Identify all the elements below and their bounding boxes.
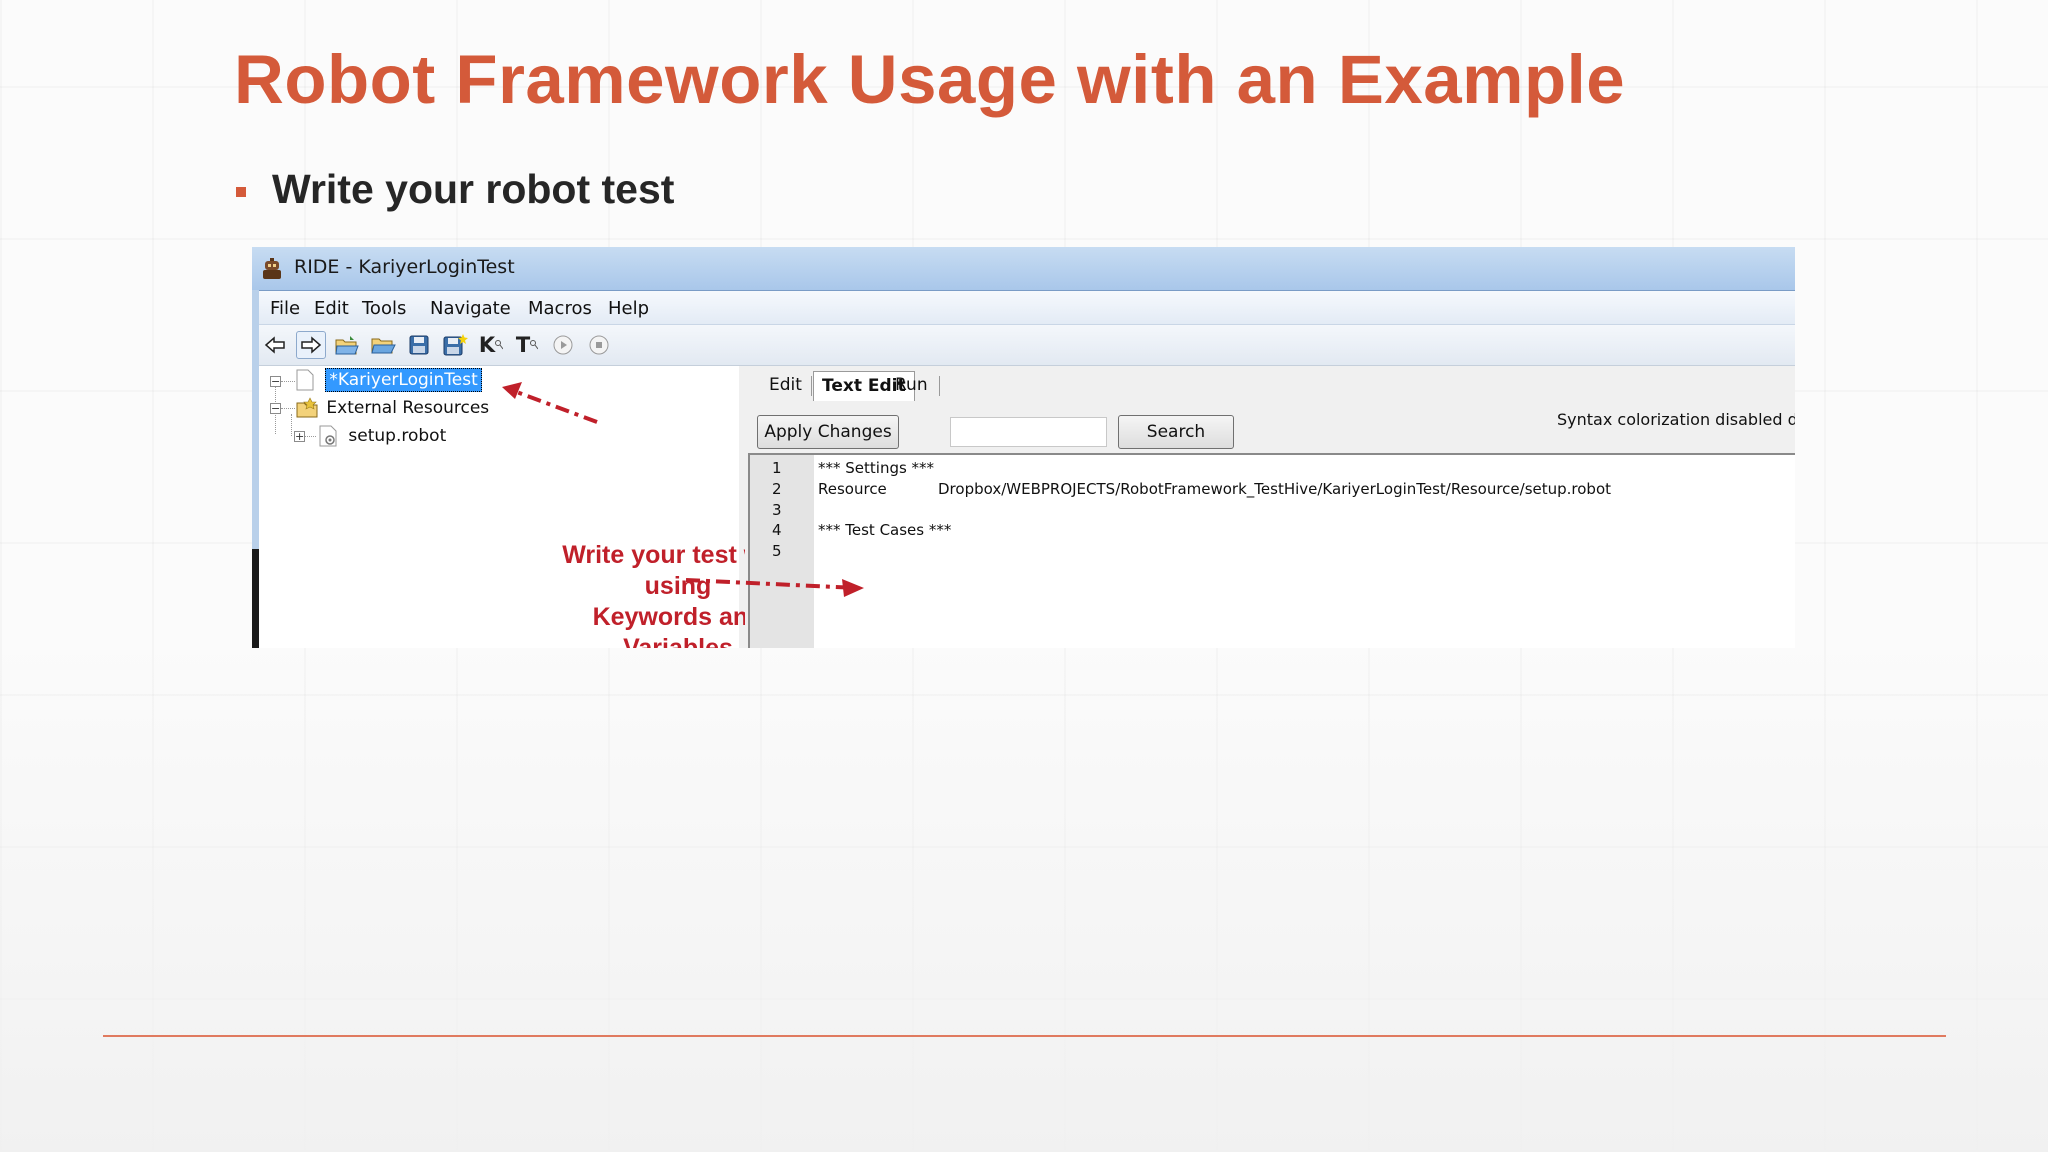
collapse-toggle[interactable]: − <box>270 403 281 414</box>
tree-line <box>281 408 295 409</box>
menu-file[interactable]: File <box>270 298 300 319</box>
tab-separator <box>939 376 940 396</box>
open-folder-icon[interactable] <box>368 331 398 359</box>
open-directory-icon[interactable] <box>332 331 362 359</box>
tree-item-external-resources[interactable]: External Resources <box>296 397 489 421</box>
editor-pane: Edit Text Edit Run Apply Changes Search … <box>745 366 1795 648</box>
stop-icon[interactable] <box>584 331 614 359</box>
line-number: 2 <box>772 480 782 498</box>
save-all-icon[interactable] <box>440 331 470 359</box>
line-number: 1 <box>772 459 782 477</box>
line-number: 4 <box>772 521 782 539</box>
tree-line <box>281 381 295 382</box>
menu-tools[interactable]: Tools <box>362 298 406 319</box>
run-icon[interactable] <box>548 331 578 359</box>
toolbar: K T <box>259 325 1795 366</box>
expand-toggle[interactable]: + <box>294 431 305 442</box>
collapse-toggle[interactable]: − <box>270 376 281 387</box>
bullet-text: Write your robot test <box>272 166 675 212</box>
bullet-marker <box>236 187 246 197</box>
window-title: RIDE - KariyerLoginTest <box>294 256 515 278</box>
tree-item-setup-label: setup.robot <box>348 426 447 446</box>
resource-file-icon <box>319 425 337 447</box>
line-number: 5 <box>772 542 782 560</box>
line-number-gutter <box>750 455 814 648</box>
keyword-search-icon[interactable]: K <box>476 331 506 359</box>
tab-edit[interactable]: Edit <box>761 371 810 400</box>
test-search-icon[interactable]: T <box>512 331 542 359</box>
slide-title: Robot Framework Usage with an Example <box>234 41 1626 118</box>
footer-divider <box>103 1035 1946 1037</box>
tree-line <box>291 414 292 436</box>
menu-help[interactable]: Help <box>608 298 649 319</box>
code-editor[interactable]: 1 2 3 4 5 *** Settings *** Resource Drop… <box>748 453 1795 648</box>
menu-macros[interactable]: Macros <box>528 298 592 319</box>
window-edge <box>252 549 259 648</box>
forward-arrow-icon[interactable] <box>296 331 326 359</box>
tab-run[interactable]: Run <box>887 371 936 400</box>
back-arrow-icon[interactable] <box>260 331 290 359</box>
robot-app-icon <box>263 258 281 279</box>
code-line-settings: *** Settings *** <box>818 459 935 477</box>
folder-icon <box>296 397 318 418</box>
tree-item-suite[interactable]: *KariyerLoginTest <box>296 368 482 393</box>
code-line-resource-keyword: Resource <box>818 480 887 498</box>
file-icon <box>296 369 314 391</box>
tree-item-setup-robot[interactable]: setup.robot <box>319 425 446 449</box>
menu-bar: File Edit Tools Navigate Macros Help <box>259 291 1795 325</box>
search-button[interactable]: Search <box>1118 415 1234 449</box>
tree-item-external-label: External Resources <box>326 398 490 418</box>
menu-edit[interactable]: Edit <box>314 298 349 319</box>
search-input[interactable] <box>950 417 1107 447</box>
save-icon[interactable] <box>404 331 434 359</box>
code-line-resource-path: Dropbox/WEBPROJECTS/RobotFramework_TestH… <box>938 480 1612 498</box>
ride-window: RIDE - KariyerLoginTest File Edit Tools … <box>252 247 1795 648</box>
tree-item-suite-label: *KariyerLoginTest <box>325 368 482 392</box>
tab-separator <box>811 376 812 396</box>
apply-changes-button[interactable]: Apply Changes <box>757 415 899 449</box>
menu-navigate[interactable]: Navigate <box>430 298 511 319</box>
code-line-test-cases: *** Test Cases *** <box>818 521 952 539</box>
window-titlebar[interactable]: RIDE - KariyerLoginTest <box>252 247 1795 291</box>
syntax-colorization-note: Syntax colorization disabled due <box>1557 410 1795 429</box>
line-number: 3 <box>772 501 782 519</box>
